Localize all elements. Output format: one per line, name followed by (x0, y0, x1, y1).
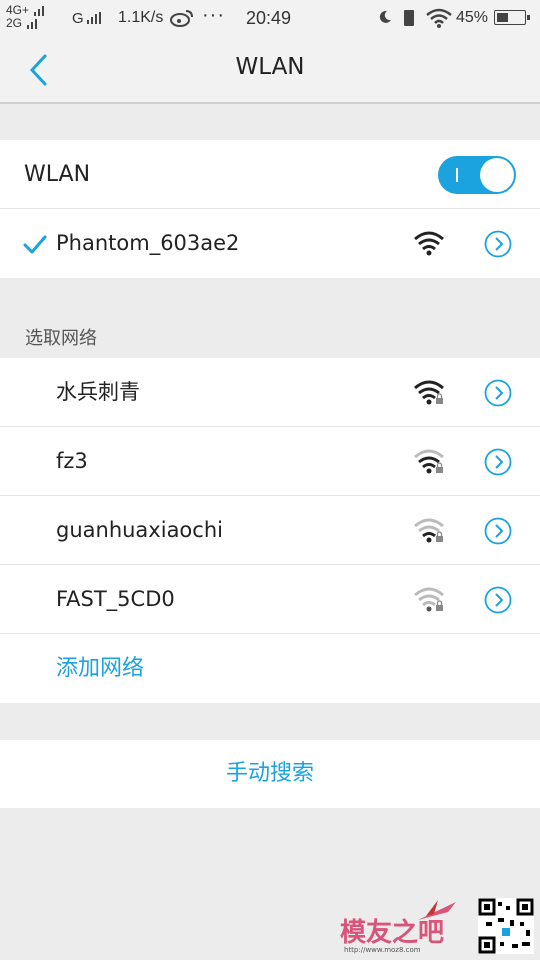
page-title: WLAN (235, 54, 305, 80)
wifi-full-icon (414, 231, 444, 256)
wifi-locked-weak-icon (414, 587, 444, 612)
network-detail-button[interactable] (484, 517, 512, 545)
wlan-toggle-label: WLAN (24, 162, 91, 187)
wifi-status-icon (426, 8, 452, 33)
battery-icon (494, 10, 530, 25)
network-row[interactable]: FAST_5CD0 (0, 565, 540, 634)
more-notifications-icon: ··· (202, 4, 225, 26)
connected-network-name: Phantom_603ae2 (56, 231, 240, 255)
toggle-knob (480, 158, 514, 192)
wlan-toggle-row: WLAN (0, 140, 540, 209)
network-detail-button[interactable] (484, 230, 512, 258)
connected-network-row[interactable]: Phantom_603ae2 (0, 209, 540, 278)
network-row[interactable]: fz3 (0, 427, 540, 496)
choose-network-heading: 选取网络 (25, 328, 97, 349)
network-type-g-label: G (72, 10, 84, 27)
network-name: 水兵刺青 (56, 380, 140, 404)
network-detail-button[interactable] (484, 448, 512, 476)
header-bar: WLAN (0, 36, 540, 104)
signal-bars-icon (86, 12, 101, 24)
clock: 20:49 (246, 8, 292, 28)
wifi-locked-strong-icon (414, 380, 444, 405)
battery-percent: 45% (456, 9, 489, 26)
manual-search-button[interactable]: 手动搜索 (0, 740, 540, 808)
network-row[interactable]: guanhuaxiaochi (0, 496, 540, 565)
battery-saver-icon (404, 10, 414, 26)
network-type-g: G (72, 10, 101, 27)
watermark-url: http://www.moz8.com (344, 946, 421, 954)
toggle-on-mark (456, 168, 458, 182)
checkmark-icon (23, 235, 47, 254)
manual-search-card: 手动搜索 (0, 740, 540, 808)
battery-fill (497, 13, 508, 22)
network-name: fz3 (56, 449, 88, 473)
network-detail-button[interactable] (484, 586, 512, 614)
weibo-icon (170, 9, 194, 32)
network-detail-button[interactable] (484, 379, 512, 407)
status-bar: 4G+ 2G G 1.1K/s ··· 20:49 45% (0, 0, 540, 36)
add-network-row[interactable]: 添加网络 (0, 634, 540, 703)
available-networks-card: 水兵刺青 fz3 guanhuaxiaochi FAST_5CD0 添加网络 (0, 358, 540, 703)
network-speed: 1.1K/s (118, 9, 164, 26)
signal-bars-icon (34, 5, 45, 16)
wifi-locked-strong-icon (414, 449, 444, 474)
do-not-disturb-icon (378, 10, 392, 27)
network-name: FAST_5CD0 (56, 587, 175, 611)
network-name: guanhuaxiaochi (56, 518, 223, 542)
network-indicator: 4G+ 2G (6, 4, 45, 30)
add-network-button[interactable]: 添加网络 (56, 634, 144, 703)
network-type-secondary: 2G (6, 16, 23, 30)
signal-bars-icon (27, 18, 38, 29)
qr-code-icon (478, 898, 534, 954)
watermark-text: 模友之吧 (340, 918, 445, 948)
wifi-locked-medium-icon (414, 518, 444, 543)
network-row[interactable]: 水兵刺青 (0, 358, 540, 427)
wlan-card: WLAN Phantom_603ae2 (0, 140, 540, 278)
wlan-toggle-switch[interactable] (438, 156, 516, 194)
